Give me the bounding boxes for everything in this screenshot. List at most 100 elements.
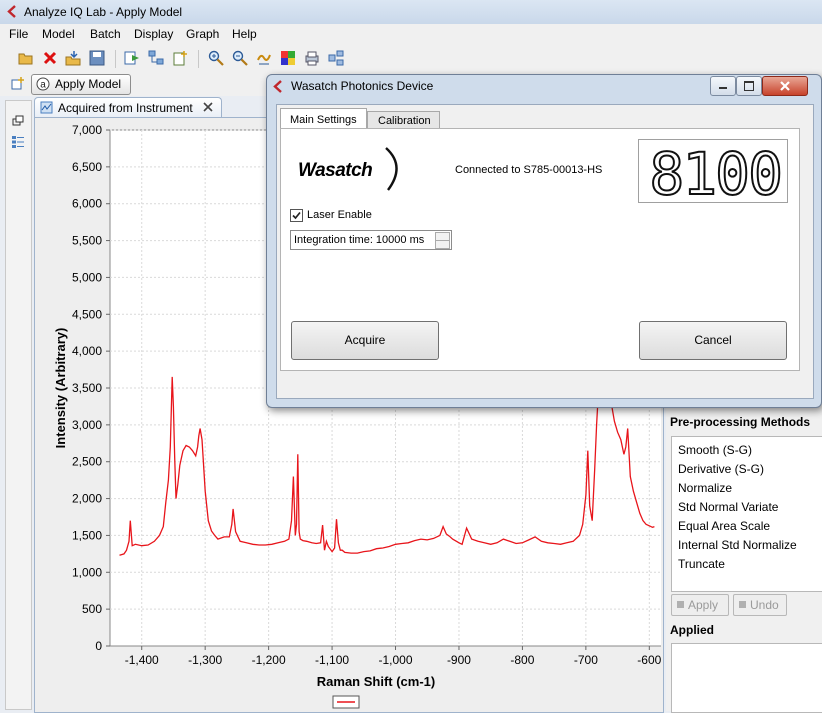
cancel-button[interactable]: Cancel [639,321,787,360]
window-title: Analyze IQ Lab - Apply Model [24,5,183,19]
y-tick-label: 6,000 [72,197,102,211]
y-axis-label: Intensity (Arbitrary) [53,328,68,449]
delete-icon[interactable] [42,50,58,66]
minimize-icon [719,87,727,89]
close-tab-icon[interactable] [203,102,213,112]
toolbar [0,44,822,75]
x-axis-label: Raman Shift (cm-1) [317,674,435,689]
method-internal-std-normalize[interactable]: Internal Std Normalize [678,538,797,552]
wasatch-logo: Wasatch [298,160,373,181]
zoom-out-icon[interactable] [232,50,248,66]
menu-help[interactable]: Help [232,27,257,41]
minimize-button[interactable] [710,76,736,96]
y-tick-label: 2,000 [72,492,102,506]
run-model-icon[interactable] [124,50,140,66]
import-icon[interactable] [65,50,81,66]
close-button[interactable] [762,76,808,96]
maximize-button[interactable] [736,76,762,96]
x-tick-label: -1,000 [379,653,413,667]
legend [332,695,360,709]
apply-label: Apply [688,598,719,612]
svg-text:a: a [40,80,46,91]
maximize-icon [744,81,754,91]
x-tick-label: -600 [637,653,661,667]
x-tick-label: -800 [510,653,534,667]
lcd-digits: 8100 [648,139,784,209]
method-smooth-sg[interactable]: Smooth (S-G) [678,443,752,457]
dialog-app-icon [273,80,282,93]
pan-icon[interactable] [256,50,272,66]
x-tick-label: -1,300 [188,653,222,667]
menu-graph[interactable]: Graph [186,27,219,41]
restore-view-icon[interactable] [12,115,24,127]
save-icon[interactable] [89,50,105,66]
close-icon [780,81,790,91]
x-tick-label: -1,200 [252,653,286,667]
y-tick-label: 1,000 [72,565,102,579]
y-tick-label: 5,500 [72,234,102,248]
perspective-label: Apply Model [55,77,122,91]
menu-bar: File Model Batch Display Graph Help [0,24,822,44]
x-axis: -1,400 -1,300 -1,200 -1,100 -1,000 -900 -800 -7… [125,646,661,667]
undo-label: Undo [750,598,779,612]
undo-button[interactable]: Undo [733,594,787,616]
tab-main-settings[interactable]: Main Settings [280,108,367,130]
menu-file[interactable]: File [9,27,28,41]
lcd-value: 8100 [649,140,781,202]
open-folder-icon[interactable] [18,50,34,66]
tab-calibration-label: Calibration [378,115,431,127]
y-tick-label: 4,000 [72,344,102,358]
spinner-down-button[interactable] [435,240,450,249]
y-axis: 0 500 1,000 1,500 2,000 2,500 3,000 3,500 4,000 4… [72,123,110,653]
model-tree-icon[interactable] [148,50,164,66]
menu-batch[interactable]: Batch [90,27,121,41]
y-tick-label: 5,000 [72,270,102,284]
method-derivative-sg[interactable]: Derivative (S-G) [678,462,764,476]
preprocessing-title: Pre-processing Methods [670,415,811,429]
color-map-icon[interactable] [280,50,296,66]
method-std-normal-variate[interactable]: Std Normal Variate [678,500,778,514]
apply-button[interactable]: Apply [671,594,729,616]
integration-time-value: Integration time: 10000 ms [294,234,425,246]
undo-icon [739,601,746,608]
method-truncate[interactable]: Truncate [678,557,725,571]
apply-icon [677,601,684,608]
tab-calibration[interactable]: Calibration [367,111,440,129]
method-normalize[interactable]: Normalize [678,481,732,495]
connection-status: Connected to S785-00013-HS [455,164,603,176]
x-tick-label: -900 [447,653,471,667]
integration-time-spinner[interactable]: Integration time: 10000 ms [290,230,452,250]
editor-tab-label: Acquired from Instrument [58,101,193,115]
laser-enable-checkbox[interactable] [290,209,303,222]
y-tick-label: 7,000 [72,123,102,137]
layout-icon[interactable] [328,50,344,66]
perspective-apply-model-button[interactable]: a Apply Model [31,74,131,95]
left-side-panel [5,100,32,710]
laser-enable-label: Laser Enable [307,209,372,221]
tab-acquired-from-instrument[interactable]: Acquired from Instrument [34,97,222,118]
zoom-in-icon[interactable] [208,50,224,66]
y-tick-label: 3,500 [72,381,102,395]
y-tick-label: 3,000 [72,418,102,432]
new-document-icon[interactable] [172,50,188,66]
y-tick-label: 500 [82,602,102,616]
method-equal-area-scale[interactable]: Equal Area Scale [678,519,770,533]
wasatch-logo-swoosh [385,147,398,191]
open-perspective-icon[interactable] [11,77,25,91]
dialog-title: Wasatch Photonics Device [291,79,434,93]
integration-display: 8100 [638,139,788,209]
applied-list [671,643,822,713]
x-tick-label: -1,400 [125,653,159,667]
print-icon[interactable] [304,50,320,66]
x-tick-label: -1,100 [315,653,349,667]
menu-model[interactable]: Model [42,27,75,41]
y-tick-label: 0 [95,639,102,653]
menu-display[interactable]: Display [134,27,173,41]
y-tick-label: 4,500 [72,307,102,321]
applied-title: Applied [670,623,714,637]
y-tick-label: 1,500 [72,528,102,542]
spectrum-file-icon [40,101,53,114]
tab-main-settings-label: Main Settings [290,114,357,126]
outline-view-icon[interactable] [11,135,25,149]
acquire-button[interactable]: Acquire [291,321,439,360]
